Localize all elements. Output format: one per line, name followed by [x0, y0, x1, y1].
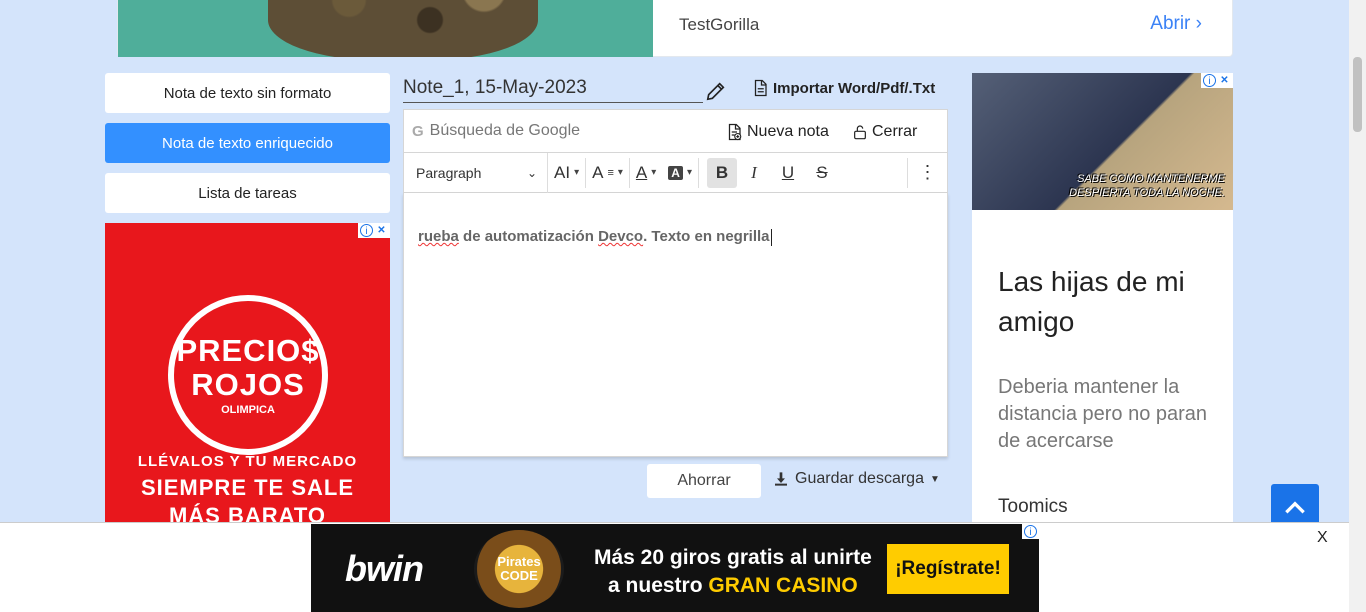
import-button[interactable]: Importar Word/Pdf/.Txt [751, 79, 935, 97]
pencil-icon[interactable] [705, 80, 727, 102]
new-note-label: Nueva nota [747, 123, 829, 140]
bottom-ad-bar: bwin Pirates CODE Más 20 giros gratis al … [0, 522, 1349, 612]
register-button[interactable]: ¡Regístrate! [887, 544, 1009, 594]
ad-image-caption: SABE COMO MANTENERME DESPIERTA TODA LA NO… [1069, 173, 1225, 199]
paragraph-value: Paragraph [416, 164, 482, 181]
strikethrough-button[interactable]: S [805, 158, 839, 188]
new-note-button[interactable]: Nueva nota [725, 122, 829, 142]
ad-slogan-1: LLÉVALOS Y TU MERCADO [137, 453, 358, 470]
text-cursor [770, 228, 772, 246]
bold-button[interactable]: B [706, 157, 737, 188]
search-placeholder: Búsqueda de Google [429, 122, 581, 139]
info-icon[interactable]: i [1203, 74, 1216, 87]
menu-task-list[interactable]: Lista de tareas [105, 173, 390, 213]
top-ad-banner[interactable]: TestGorilla Abrir › [117, 0, 1233, 57]
top-action-bar: G Búsqueda de Google Nueva nota Cerrar [403, 109, 948, 153]
menu-plain-text-note[interactable]: Nota de texto sin formato [105, 73, 390, 113]
caret-down-icon: ▼ [929, 473, 940, 485]
font-format-button[interactable]: A ≡ ▾ [586, 157, 630, 188]
ad-logo-line2: ROJOS [191, 367, 305, 402]
chevron-down-icon: ▾ [686, 167, 692, 178]
lock-icon [854, 125, 866, 140]
page-scrollbar[interactable] [1349, 0, 1366, 612]
ad-logo-circle: PRECIO$ ROJOS OLIMPICA [168, 295, 328, 455]
ad-brand: TestGorilla [679, 15, 760, 34]
ad-image: SABE COMO MANTENERME DESPIERTA TODA LA NO… [972, 73, 1233, 210]
close-button[interactable]: Cerrar [852, 122, 917, 142]
import-label: Importar Word/Pdf/.Txt [773, 79, 936, 97]
editor-text-segment: . Texto en negrilla [643, 228, 770, 245]
editor-text-segment: de automatización [458, 228, 599, 245]
close-label: Cerrar [872, 123, 918, 140]
ad-logo-sub: OLIMPICA [221, 404, 275, 416]
highlight-icon: A [668, 165, 683, 180]
close-ad-button[interactable]: X [1317, 529, 1328, 547]
highlight-button[interactable]: A ▾ [662, 157, 699, 188]
ad-open-link[interactable]: Abrir › [1150, 13, 1202, 35]
font-color-icon: A [635, 162, 648, 182]
scrollbar-thumb[interactable] [1353, 57, 1362, 132]
ad-photo [118, 0, 653, 57]
download-label: Guardar descarga [795, 470, 924, 487]
more-options-button[interactable]: ⋮ [907, 157, 947, 188]
bwin-ad[interactable]: bwin Pirates CODE Más 20 giros gratis al … [311, 524, 1039, 612]
menu-rich-text-note[interactable]: Nota de texto enriquecido [105, 123, 390, 163]
chevron-down-icon: ▾ [574, 167, 580, 178]
ad-source: Toomics [998, 496, 1068, 517]
editor-toolbar: Paragraph ⌄ AI ▾ A ≡ ▾ A ▾ A ▾ B I U S ⋮ [403, 152, 948, 193]
chevron-right-icon: › [1195, 13, 1202, 34]
download-icon [775, 472, 787, 486]
bwin-logo: bwin [345, 548, 424, 589]
italic-button[interactable]: I [737, 158, 771, 188]
download-dropdown[interactable]: Guardar descarga ▼ [773, 470, 940, 488]
google-icon: G [412, 122, 424, 140]
save-button[interactable]: Ahorrar [647, 464, 761, 498]
right-ad-banner[interactable]: SABE COMO MANTENERME DESPIERTA TODA LA NO… [972, 73, 1233, 533]
info-icon[interactable]: i [360, 224, 373, 237]
rich-text-editor[interactable]: rueba de automatización Devco. Texto en … [403, 193, 948, 457]
ad-logo-line1: PRECIO$ [176, 333, 320, 368]
underline-button[interactable]: U [771, 158, 805, 188]
close-icon[interactable]: ✕ [375, 224, 388, 237]
format-lines-icon: ≡ [607, 166, 614, 179]
file-import-icon [754, 79, 767, 97]
left-ad-banner[interactable]: i ✕ PRECIO$ ROJOS OLIMPICA LLÉVALOS Y TU … [105, 223, 390, 523]
editor-content[interactable]: rueba de automatización Devco. Texto en … [418, 228, 772, 246]
close-icon[interactable]: ✕ [1218, 74, 1231, 87]
misspelled-word: rueba [418, 228, 459, 245]
google-search-input[interactable]: G Búsqueda de Google [412, 122, 580, 140]
ad-choices-badge[interactable]: i ✕ [1201, 73, 1233, 88]
ad-message: Más 20 giros gratis al unirte a nuestro … [594, 546, 872, 597]
ad-choices-badge[interactable]: i [1022, 524, 1039, 539]
new-note-icon [728, 123, 742, 141]
font-format-icon: A [592, 162, 604, 182]
ad-description: Deberia mantener la distancia pero no pa… [998, 376, 1208, 452]
paragraph-select[interactable]: Paragraph ⌄ [404, 152, 548, 193]
ad-choices-badge[interactable]: i ✕ [358, 223, 390, 238]
ad-headline[interactable]: Las hijas de mi amigo [998, 262, 1218, 342]
font-color-button[interactable]: A ▾ [630, 158, 662, 188]
ad-slogan-3: MÁS BARATO [168, 503, 327, 523]
font-size-icon: AI [554, 162, 571, 182]
chevron-down-icon: ⌄ [526, 165, 537, 180]
note-title-field[interactable]: Note_1, 15-May-2023 [403, 77, 703, 103]
font-size-button[interactable]: AI ▾ [548, 157, 587, 188]
pirates-code-logo: Pirates CODE [474, 530, 564, 608]
ad-slogan-2: SIEMPRE TE SALE [140, 475, 355, 500]
chevron-down-icon: ▾ [617, 167, 623, 178]
chevron-up-icon [1285, 501, 1305, 514]
misspelled-word: Devco [598, 228, 644, 245]
chevron-down-icon: ▾ [651, 167, 657, 178]
info-icon[interactable]: i [1024, 525, 1037, 538]
